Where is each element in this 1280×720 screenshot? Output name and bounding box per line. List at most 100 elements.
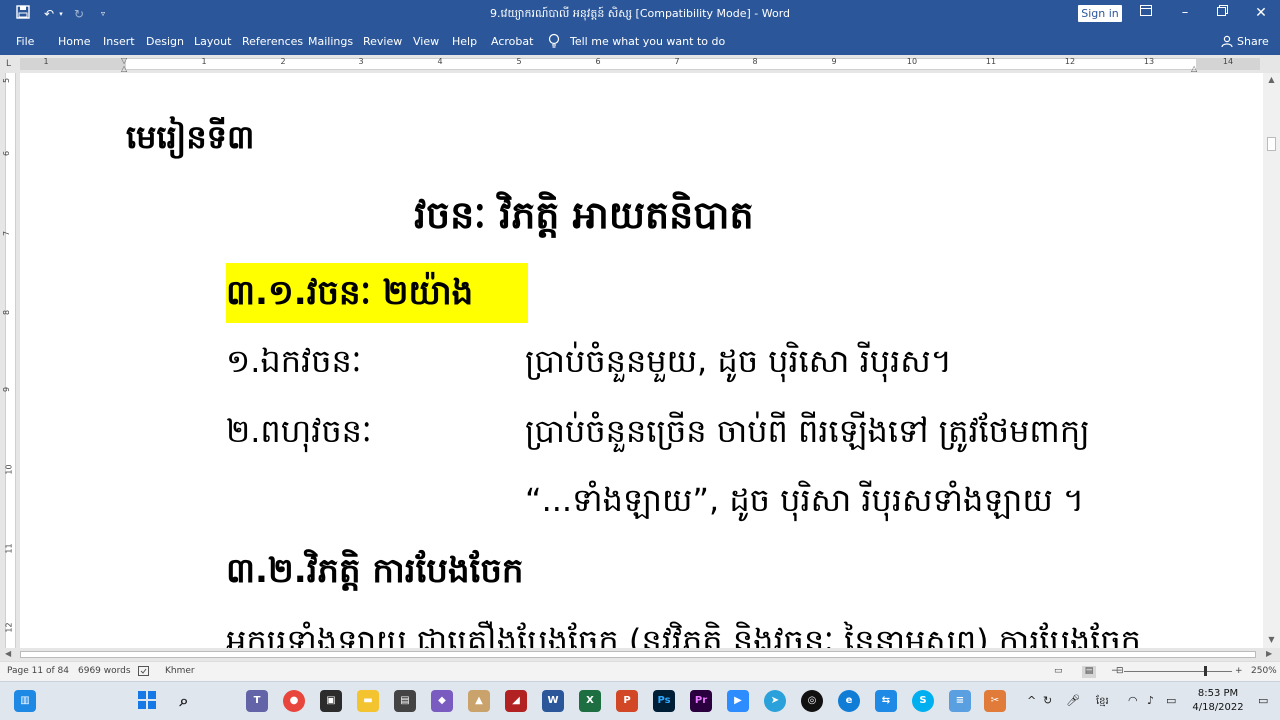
ruler-number: 5 bbox=[516, 57, 522, 66]
system-clock[interactable]: 8:53 PM 4/18/2022 bbox=[1186, 687, 1250, 715]
battery-icon[interactable]: ▭ bbox=[1166, 694, 1176, 707]
scroll-right-icon[interactable]: ▶ bbox=[1266, 649, 1272, 658]
file-explorer-icon[interactable]: ▬ bbox=[357, 690, 379, 712]
ruler-number: 10 bbox=[906, 57, 918, 66]
status-bar: Page 11 of 84 6969 words Khmer ▭ ▤ ⊟ − +… bbox=[0, 661, 1280, 681]
edge-icon[interactable]: e bbox=[838, 690, 860, 712]
sign-in-button[interactable]: Sign in bbox=[1078, 5, 1122, 22]
sync-icon[interactable]: ↻ bbox=[1043, 694, 1052, 707]
ribbon-display-options-icon[interactable] bbox=[1128, 0, 1164, 28]
tab-view[interactable]: View bbox=[413, 35, 439, 48]
powerpoint-icon[interactable]: P bbox=[616, 690, 638, 712]
vruler-number: 11 bbox=[4, 543, 14, 554]
document-page[interactable]: មេរៀនទី៣ វចនៈ វិភត្តិ អាយតនិបាត ៣.១.វចនៈ… bbox=[20, 73, 1263, 648]
clock-date: 4/18/2022 bbox=[1192, 702, 1244, 713]
share-icon[interactable] bbox=[1221, 35, 1237, 50]
tab-review[interactable]: Review bbox=[363, 35, 402, 48]
tab-help[interactable]: Help bbox=[452, 35, 477, 48]
page-count[interactable]: Page 11 of 84 bbox=[7, 666, 69, 676]
language[interactable]: Khmer bbox=[165, 666, 195, 676]
app-icon[interactable]: ◢ bbox=[505, 690, 527, 712]
premiere-icon[interactable]: Pr bbox=[690, 690, 712, 712]
ruler-number: 2 bbox=[280, 57, 286, 66]
teamviewer-icon[interactable]: ⇆ bbox=[875, 690, 897, 712]
word-count[interactable]: 6969 words bbox=[78, 666, 131, 676]
body-text-partial: អក្សរទាំងឡាយ ជាគ្រឿងបែងចែក (នូវវិភត្តិ ន… bbox=[226, 622, 1141, 648]
photoshop-icon[interactable]: Ps bbox=[653, 690, 675, 712]
zoom-in-icon[interactable]: + bbox=[1235, 666, 1243, 676]
section-heading-31: ៣.១.វចនៈ ២យ៉ាង bbox=[226, 273, 474, 313]
vruler-number: 5 bbox=[2, 77, 12, 84]
proofing-icon[interactable] bbox=[138, 666, 150, 679]
start-icon[interactable] bbox=[136, 690, 158, 712]
excel-icon[interactable]: X bbox=[579, 690, 601, 712]
ruler-number: 9 bbox=[831, 57, 837, 66]
plural-description: ប្រាប់ចំនួនច្រើន ចាប់ពី ពីរឡើងទៅ ត្រូវថែ… bbox=[525, 412, 1090, 450]
wifi-icon[interactable]: ◠ bbox=[1128, 694, 1138, 707]
ruler-number: 4 bbox=[437, 57, 443, 66]
tab-design[interactable]: Design bbox=[146, 35, 184, 48]
tab-mailings[interactable]: Mailings bbox=[308, 35, 353, 48]
hanging-indent-marker[interactable]: △ bbox=[121, 64, 127, 73]
notepad-icon[interactable]: ≡ bbox=[949, 690, 971, 712]
taskbar-widget-icon[interactable]: ▥ bbox=[14, 690, 36, 712]
zoom-level[interactable]: 250% bbox=[1251, 666, 1277, 676]
horizontal-scrollbar[interactable]: ◀ ▶ bbox=[0, 648, 1280, 661]
tab-layout[interactable]: Layout bbox=[194, 35, 231, 48]
search-icon[interactable]: ⌕ bbox=[173, 690, 195, 712]
vruler-number: 9 bbox=[2, 386, 12, 393]
app-icon[interactable]: ◆ bbox=[431, 690, 453, 712]
zoom-slider[interactable] bbox=[1124, 671, 1232, 672]
telegram-icon[interactable]: ➤ bbox=[764, 690, 786, 712]
horizontal-ruler[interactable]: L 1 1 2 3 4 5 6 7 8 9 10 11 12 13 14 ▽ △… bbox=[0, 55, 1280, 73]
right-indent-marker[interactable]: △ bbox=[1191, 64, 1197, 73]
vertical-scrollbar[interactable]: ▲ ▼ bbox=[1263, 73, 1280, 648]
read-mode-icon[interactable]: ▭ bbox=[1054, 666, 1063, 676]
zoom-slider-thumb[interactable] bbox=[1204, 666, 1207, 676]
vruler-number: 6 bbox=[2, 150, 12, 157]
chrome-icon[interactable]: ● bbox=[283, 690, 305, 712]
notification-icon[interactable]: ▭ bbox=[1258, 694, 1268, 707]
ruler-number: 12 bbox=[1064, 57, 1076, 66]
vruler-number: 8 bbox=[2, 309, 12, 316]
tab-file[interactable]: File bbox=[16, 35, 34, 48]
snipping-tool-icon[interactable]: ✂ bbox=[984, 690, 1006, 712]
teams-icon[interactable]: T bbox=[246, 690, 268, 712]
lightbulb-icon[interactable] bbox=[548, 33, 562, 49]
share-button[interactable]: Share bbox=[1237, 35, 1269, 48]
tab-selector-icon[interactable]: L bbox=[6, 59, 11, 69]
ribbon-tabs: File Home Insert Design Layout Reference… bbox=[0, 28, 1280, 55]
zoom-out-icon[interactable]: − bbox=[1111, 666, 1119, 676]
minimize-icon[interactable]: – bbox=[1167, 0, 1203, 28]
print-layout-icon[interactable]: ▤ bbox=[1082, 666, 1096, 678]
app-icon[interactable]: ◎ bbox=[801, 690, 823, 712]
plural-description-continued: “...ទាំងឡាយ”, ដូច បុរិសា រីបុរសទាំងឡាយ ។ bbox=[525, 481, 1085, 519]
microphone-icon[interactable]: 🎤︎ bbox=[1066, 694, 1080, 707]
skype-icon[interactable]: S bbox=[912, 690, 934, 712]
word-icon[interactable]: W bbox=[542, 690, 564, 712]
scroll-left-icon[interactable]: ◀ bbox=[5, 649, 11, 658]
close-icon[interactable]: ✕ bbox=[1243, 0, 1279, 28]
reader-icon[interactable]: ▤ bbox=[394, 690, 416, 712]
restore-icon[interactable] bbox=[1204, 0, 1240, 28]
zoom-icon[interactable]: ▶ bbox=[727, 690, 749, 712]
app-icon[interactable]: ▣ bbox=[320, 690, 342, 712]
tell-me-search[interactable]: Tell me what you want to do bbox=[570, 35, 725, 48]
keyboard-language-icon[interactable]: ខ្មែរ bbox=[1096, 694, 1109, 709]
volume-icon[interactable]: ♪ bbox=[1147, 694, 1154, 707]
vertical-scroll-thumb[interactable] bbox=[1267, 137, 1276, 151]
vruler-number: 7 bbox=[2, 230, 12, 237]
scroll-up-icon[interactable]: ▲ bbox=[1263, 73, 1280, 87]
tab-home[interactable]: Home bbox=[58, 35, 90, 48]
ruler-number: 7 bbox=[674, 57, 680, 66]
ruler-number: 3 bbox=[358, 57, 364, 66]
vruler-number: 10 bbox=[4, 464, 14, 475]
taskbar: ▥ ⌕ T ● ▣ ▬ ▤ ◆ ▲ ◢ W X P Ps Pr ▶ ➤ ◎ e … bbox=[0, 681, 1280, 720]
tab-references[interactable]: References bbox=[242, 35, 303, 48]
tab-insert[interactable]: Insert bbox=[103, 35, 135, 48]
scroll-down-icon[interactable]: ▼ bbox=[1263, 633, 1280, 647]
show-hidden-icons[interactable]: ^ bbox=[1027, 694, 1036, 707]
tab-acrobat[interactable]: Acrobat bbox=[491, 35, 533, 48]
horizontal-scroll-thumb[interactable] bbox=[20, 651, 1256, 658]
app-icon[interactable]: ▲ bbox=[468, 690, 490, 712]
